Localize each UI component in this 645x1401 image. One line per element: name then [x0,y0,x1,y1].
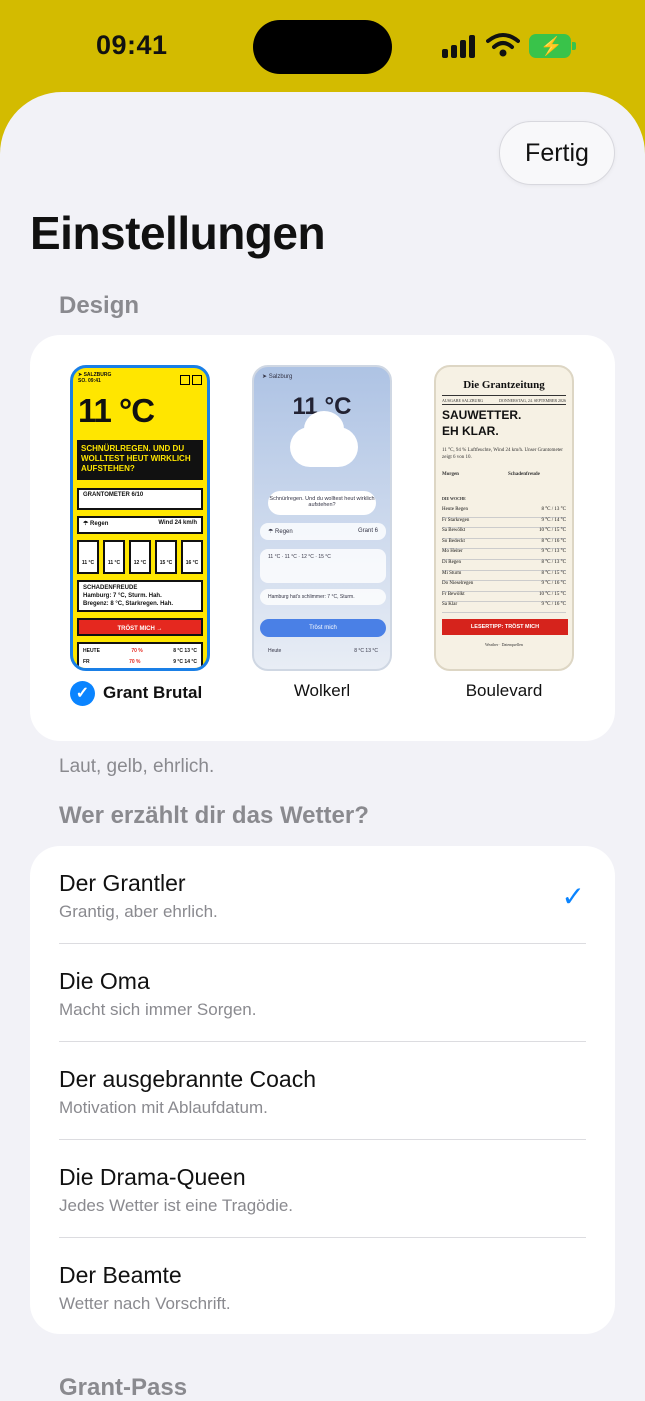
section-title-narrator: Wer erzählt dir das Wetter? [59,802,369,829]
credit: Weather · Datenquellen [485,642,523,647]
design-option-wolkerl[interactable]: ➤ Salzburg 11 °C Schnürlregen. Und du wo… [252,365,392,671]
narrator-description: Grantig, aber ehrlich. [59,902,218,921]
section-title-design: Design [59,292,140,319]
comfort-button: LESERTIPP: TRÖST MICH [442,619,568,635]
signal-icon [442,34,478,58]
checkmark-icon: ✓ [70,681,95,706]
narrator-option-beamte[interactable]: Der Beamte Wetter nach Vorschrift. [30,1238,615,1336]
narrator-name: Die Drama-Queen [59,1164,246,1190]
narrator-option-coach[interactable]: Der ausgebrannte Coach Motivation mit Ab… [30,1042,615,1140]
lede: 11 °C, 94 % Luftfeuchte, Wind 24 km/h. U… [442,448,563,460]
week-title: DIE WOCHE [442,496,466,501]
conditions-row: ☂ Regen Wind 24 km/h [77,516,203,534]
speech-bubble: Schnürlregen. Und du wolltest heut wirkl… [268,491,376,515]
comfort-button: Tröst mich [260,619,386,637]
hour-cell: 15 °C [155,540,177,574]
settings-sheet: Fertig Einstellungen Design ➤ SALZBURG SO… [0,92,645,1401]
dateline: AUSGABE SALZBURG DONNERSTAG, 24. SEPTEMBE… [442,398,566,403]
daily-forecast: Heute 8 °C 13 °C [268,648,378,654]
conditions-row: ☂ Regen Grant 6 [260,523,386,540]
design-option-boulevard[interactable]: Die Grantzeitung AUSGABE SALZBURG DONNERS… [434,365,574,671]
checkmark-icon: ✓ [561,881,585,912]
daily-forecast: HEUTE 70 % 8 °C 13 °C FR 70 % 9 °C 14 °C [77,642,203,668]
narrator-description: Jedes Wetter ist eine Tragödie. [59,1196,294,1215]
narrator-option-grantler[interactable]: Der Grantler Grantig, aber ehrlich. ✓ [30,846,615,944]
narrator-description: Wetter nach Vorschrift. [59,1294,231,1313]
narrator-description: Motivation mit Ablaufdatum. [59,1098,268,1117]
narrator-description: Macht sich immer Sorgen. [59,1000,257,1019]
narrator-name: Der ausgebrannte Coach [59,1066,316,1092]
design-picker: ➤ SALZBURG SO. 09:41 11 °C SCHNÜRLREGEN. … [30,335,615,741]
status-bar: 09:41 ⚡ [0,0,645,92]
narrator-list: Der Grantler Grantig, aber ehrlich. ✓ Di… [30,846,615,1334]
narrator-option-drama-queen[interactable]: Die Drama-Queen Jedes Wetter ist eine Tr… [30,1140,615,1238]
schadenfreude-box: SCHADENFREUDE Hamburg: 7 °C, Sturm. Hah.… [77,580,203,612]
location-label: ➤ Salzburg [262,374,293,380]
done-button[interactable]: Fertig [499,121,615,185]
page-title: Einstellungen [30,207,326,259]
narrator-name: Der Grantler [59,870,186,896]
narrator-option-oma[interactable]: Die Oma Macht sich immer Sorgen. [30,944,615,1042]
narrator-name: Der Beamte [59,1262,182,1288]
grantometer: GRANTOMETER 6/10 [77,488,203,510]
schadenfreude-note: Hamburg hat's schlimmer: 7 °C, Sturm. [260,589,386,605]
hourly-forecast: 11 °C · 11 °C · 12 °C · 15 °C [260,549,386,583]
location-label: ➤ SALZBURG SO. 09:41 [78,372,112,384]
masthead: Die Grantzeitung [463,379,545,391]
temperature: 11 °C [78,392,155,429]
design-label-wolkerl[interactable]: Wolkerl [247,681,397,701]
hour-cell: 12 °C [129,540,151,574]
hour-cell: 16 °C [181,540,203,574]
design-label-boulevard[interactable]: Boulevard [429,681,579,701]
wifi-icon [486,33,520,57]
design-label-grant-brutal[interactable]: ✓ Grant Brutal [70,681,230,706]
settings-icon [192,375,202,385]
comfort-button: TRÖST MICH → [77,618,203,636]
headline-banner: SCHNÜRLREGEN. UND DU WOLLTEST HEUT WIRKL… [77,440,203,480]
dynamic-island [253,20,392,74]
section-title-grant-pass: Grant-Pass [59,1374,188,1401]
columns: Morgen Schadenfreude [442,472,540,477]
hourly-forecast: 11 °C 11 °C 12 °C 15 °C 16 °C [77,540,203,574]
week-table: Heute Regen 8 °C / 13 °C Fr Starkregen 9 °… [442,507,566,613]
status-time: 09:41 [96,30,168,60]
battery-charging-icon: ⚡ [529,34,577,58]
hour-cell: 11 °C [77,540,99,574]
calendar-icon [180,375,190,385]
design-footnote: Laut, gelb, ehrlich. [59,756,215,777]
hour-cell: 11 °C [103,540,125,574]
cloud-mascot-icon [290,411,358,467]
design-option-grant-brutal[interactable]: ➤ SALZBURG SO. 09:41 11 °C SCHNÜRLREGEN. … [70,365,210,671]
narrator-name: Die Oma [59,968,150,994]
headline: SAUWETTER. EH KLAR. [442,408,522,438]
header-icons [178,372,202,390]
